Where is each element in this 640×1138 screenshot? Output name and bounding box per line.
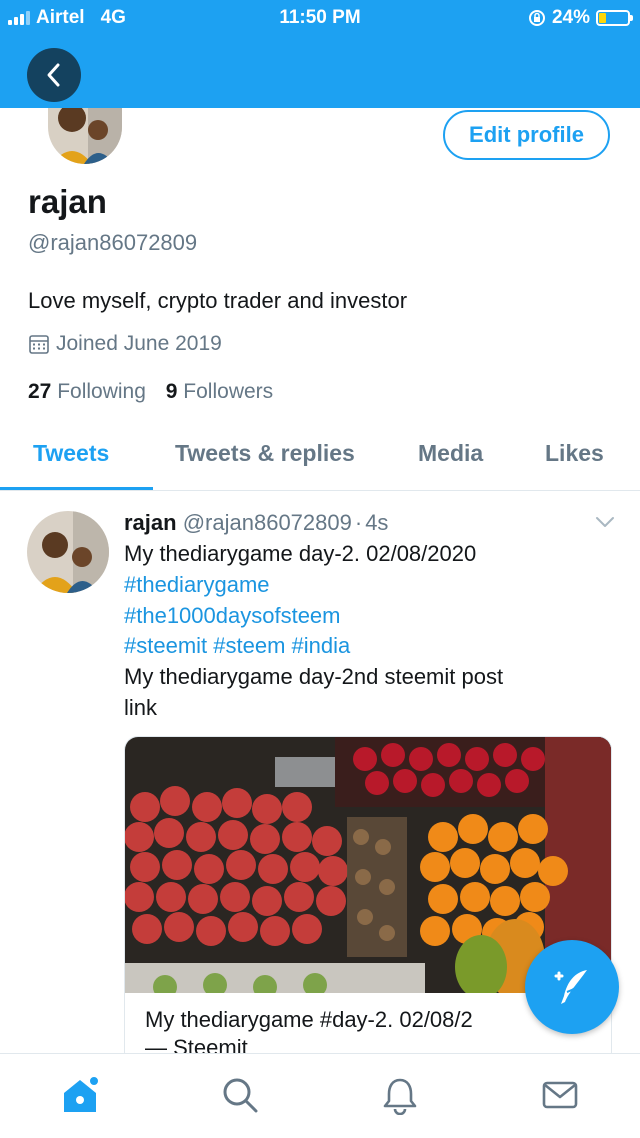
notifications-icon <box>383 1078 417 1115</box>
status-right: 24% <box>528 7 633 29</box>
home-icon <box>64 1075 100 1112</box>
tweet-text-line: link <box>124 695 158 720</box>
compose-feather-icon <box>554 970 587 1004</box>
notifications-tab[interactable] <box>377 1072 423 1118</box>
status-bar: Airtel 4G 11:50 PM 24% <box>0 0 640 38</box>
followers-count: 9 <box>165 380 178 403</box>
tweet-text-line: My thediarygame day-2nd steemit post <box>124 664 504 689</box>
tweet-age: 4s <box>365 510 389 535</box>
rotation-lock-icon <box>528 10 545 26</box>
hashtag-link[interactable]: #thediarygame <box>124 572 270 598</box>
card-title: My thediarygame #day-2. 02/08/2 <box>145 1007 473 1032</box>
calendar-icon <box>29 335 49 354</box>
edit-profile-button[interactable]: Edit profile <box>443 110 610 160</box>
profile-tabs: Tweets Tweets & replies Media Likes <box>0 420 640 491</box>
follow-stats: 27 Following 9 Followers <box>28 380 273 404</box>
tweet-author-name[interactable]: rajan <box>124 510 177 535</box>
chevron-down-icon[interactable] <box>594 515 616 529</box>
compose-tweet-button[interactable] <box>525 940 619 1034</box>
profile-name: rajan <box>28 183 107 220</box>
hashtag-link[interactable]: #the1000daysofsteem <box>124 603 341 629</box>
followers-link[interactable]: 9 Followers <box>166 380 273 403</box>
following-link[interactable]: 27 Following <box>28 380 146 403</box>
profile-header <box>0 38 640 108</box>
search-tab[interactable] <box>217 1072 263 1118</box>
tweet-author-handle[interactable]: @rajan86072809 <box>183 510 352 535</box>
home-tab[interactable] <box>57 1072 103 1118</box>
following-label: Following <box>57 380 146 403</box>
tab-media[interactable]: Media <box>418 440 483 467</box>
tab-tweets-replies[interactable]: Tweets & replies <box>175 440 355 467</box>
battery-percent: 24% <box>551 7 590 28</box>
messages-tab[interactable] <box>537 1072 583 1118</box>
messages-icon <box>542 1081 578 1109</box>
following-count: 27 <box>28 380 52 403</box>
profile-joined: Joined June 2019 <box>28 332 222 356</box>
joined-text: Joined June 2019 <box>56 332 222 355</box>
search-icon <box>223 1078 258 1113</box>
active-tab-indicator <box>0 487 153 490</box>
chevron-left-icon <box>47 63 60 87</box>
profile-avatar[interactable] <box>48 108 122 164</box>
profile-handle: @rajan86072809 <box>28 230 198 255</box>
battery-icon <box>596 10 633 26</box>
tab-likes[interactable]: Likes <box>545 440 604 467</box>
tweet-header: rajan @rajan86072809 · 4s <box>124 510 388 536</box>
tab-tweets[interactable]: Tweets <box>33 440 109 467</box>
profile-bio: Love myself, crypto trader and investor <box>28 288 408 313</box>
tweet-avatar[interactable] <box>27 511 109 593</box>
tweet-text-line: My thediarygame day-2. 02/08/2020 <box>124 541 477 566</box>
followers-label: Followers <box>183 380 274 403</box>
hashtag-link[interactable]: #steemit #steem #india <box>124 633 350 659</box>
tweet-separator: · <box>354 510 363 535</box>
bottom-tab-bar <box>0 1053 640 1138</box>
back-button[interactable] <box>27 48 81 102</box>
